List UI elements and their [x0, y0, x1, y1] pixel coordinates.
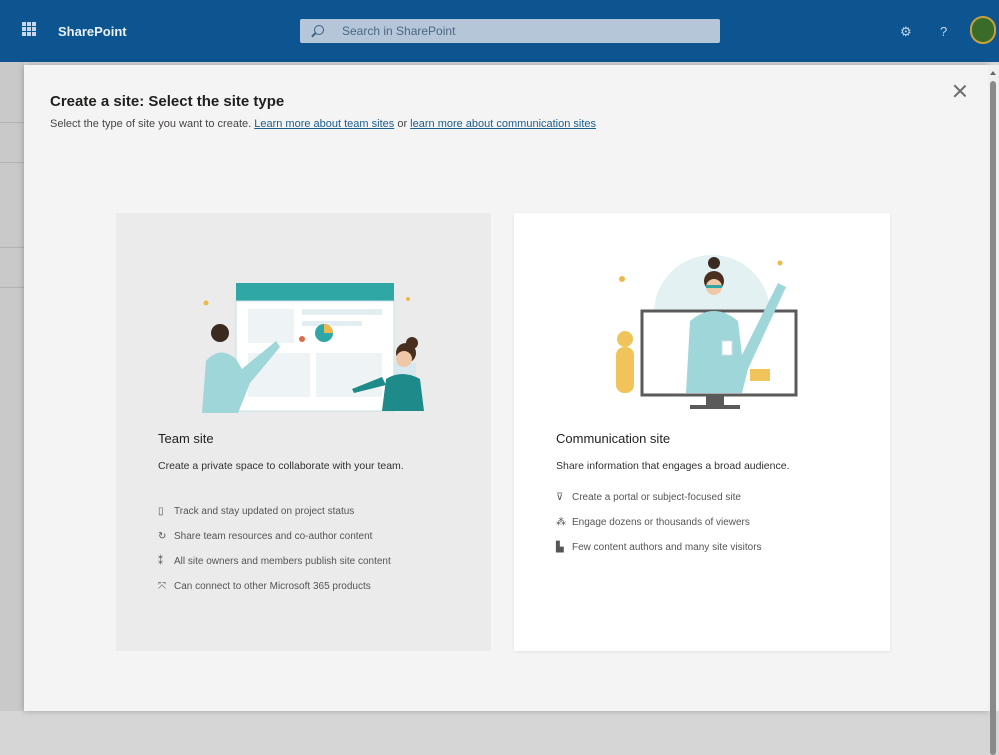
communication-site-card[interactable]: Communication site Share information tha…	[514, 213, 890, 651]
share-icon: ↻	[158, 531, 167, 542]
list-item: ↻ Share team resources and co-author cont…	[158, 531, 373, 542]
megaphone-icon: ⊽	[556, 492, 564, 503]
list-item: ⤧ Can connect to other Microsoft 365 prod…	[158, 581, 371, 592]
list-item: ⊽ Create a portal or subject-focused site	[556, 492, 741, 503]
audience-icon: ⁂	[556, 517, 566, 528]
avatar[interactable]	[970, 16, 996, 44]
divider	[0, 162, 24, 163]
communication-site-description: Share information that engages a broad a…	[556, 460, 790, 472]
divider	[0, 247, 24, 248]
background-page	[0, 62, 24, 711]
communication-site-title: Communication site	[556, 431, 671, 446]
communication-site-illustration	[616, 255, 798, 409]
help-icon[interactable]: ?	[940, 24, 947, 39]
learn-communication-sites-link[interactable]: learn more about communication sites	[410, 118, 596, 130]
close-icon[interactable]	[952, 83, 968, 99]
search-placeholder: Search in SharePoint	[342, 24, 456, 38]
search-icon	[314, 25, 324, 35]
list-item: ⁂ Engage dozens or thousands of viewers	[556, 517, 750, 528]
subtitle-text: Select the type of site you want to crea…	[50, 118, 252, 130]
settings-icon[interactable]: ⚙	[900, 24, 912, 40]
team-site-card[interactable]: Team site Create a private space to coll…	[116, 213, 491, 651]
team-site-title: Team site	[158, 431, 214, 446]
subtitle-or: or	[397, 118, 408, 130]
search-box[interactable]: Search in SharePoint	[300, 19, 720, 43]
scrollbar-thumb[interactable]	[990, 81, 996, 755]
team-site-illustration	[202, 283, 424, 413]
list-item: ▙ Few content authors and many site visit…	[556, 542, 762, 553]
app-launcher-icon[interactable]	[22, 22, 36, 36]
team-site-description: Create a private space to collaborate wi…	[158, 460, 404, 472]
scroll-up-icon[interactable]	[990, 71, 996, 75]
learn-team-sites-link[interactable]: Learn more about team sites	[254, 118, 394, 130]
scrollbar[interactable]	[988, 65, 999, 755]
clipboard-icon: ▯	[158, 506, 164, 517]
suite-bar: SharePoint Search in SharePoint ⚙ ?	[0, 0, 999, 62]
create-site-dialog: Create a site: Select the site type Sele…	[24, 65, 988, 711]
people-icon: ⁑	[158, 556, 163, 567]
divider	[0, 122, 24, 123]
author-icon: ▙	[556, 542, 564, 553]
team-site-features: ▯ Track and stay updated on project statu…	[158, 505, 458, 605]
list-item: ⁑ All site owners and members publish sit…	[158, 556, 391, 567]
dialog-subtitle: Select the type of site you want to crea…	[50, 118, 596, 130]
app-name[interactable]: SharePoint	[58, 24, 127, 39]
communication-site-features: ⊽ Create a portal or subject-focused site…	[556, 491, 856, 566]
list-item: ▯ Track and stay updated on project statu…	[158, 506, 355, 517]
dialog-title: Create a site: Select the site type	[50, 93, 285, 110]
divider	[0, 287, 24, 288]
connect-icon: ⤧	[158, 581, 166, 592]
